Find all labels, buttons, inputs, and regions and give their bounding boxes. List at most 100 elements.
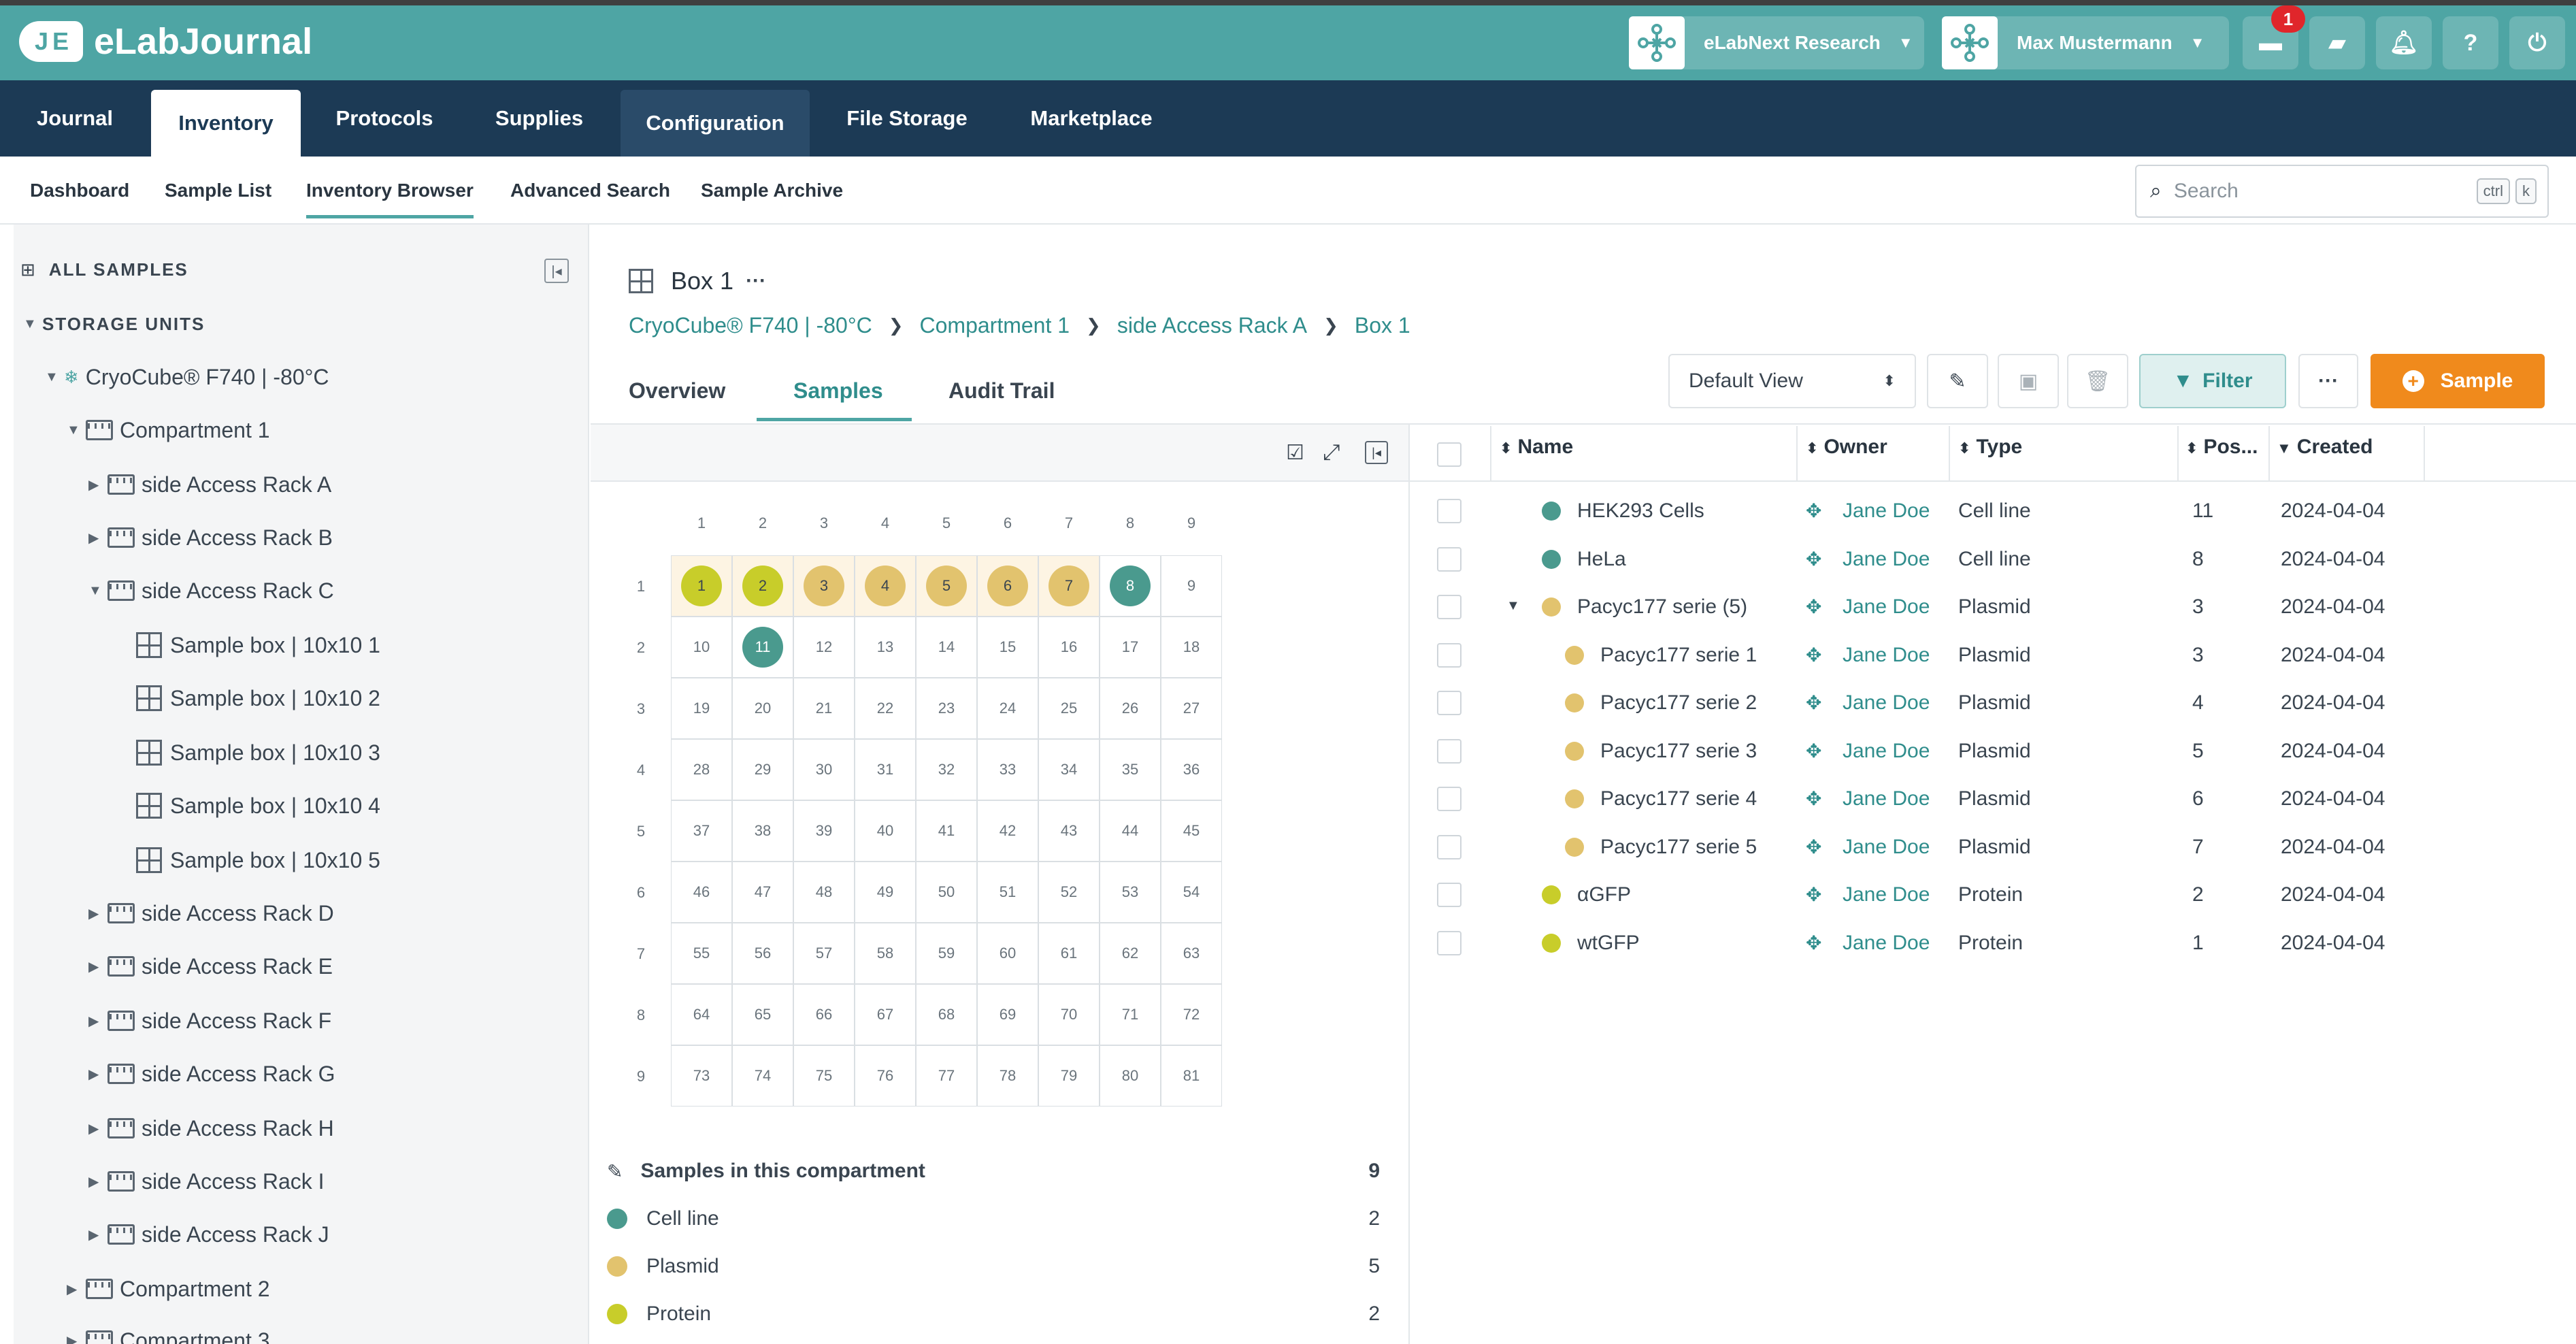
box-position[interactable]: 78 [977,1045,1038,1107]
subnav-advanced-search[interactable]: Advanced Search [510,180,670,201]
box-position[interactable]: 62 [1100,923,1161,984]
box-position[interactable]: 47 [732,862,793,923]
sample-owner[interactable]: Jane Doe [1843,499,1930,523]
nav-marketplace[interactable]: Marketplace [1011,80,1172,157]
box-position[interactable]: 56 [732,923,793,984]
sample-marker[interactable]: 7 [1048,566,1089,606]
box-position[interactable]: 15 [977,617,1038,678]
box-position[interactable]: 46 [671,862,732,923]
sample-name[interactable]: Pacyc177 serie 5 [1600,836,1757,859]
sample-owner[interactable]: Jane Doe [1843,836,1930,859]
box-position[interactable]: 2 [732,555,793,617]
search-input[interactable]: Search [2174,180,2471,203]
box-position[interactable]: 45 [1161,800,1222,862]
box-position[interactable]: 11 [732,617,793,678]
sample-marker[interactable]: 1 [681,566,722,606]
sample-marker[interactable]: 2 [742,566,783,606]
box-position[interactable]: 66 [793,984,855,1045]
column-owner[interactable]: ⬍ Owner [1806,436,1887,459]
box-position[interactable]: 40 [855,800,916,862]
box-position[interactable]: 36 [1161,739,1222,800]
row-checkbox[interactable] [1437,787,1462,811]
sample-marker[interactable]: 6 [987,566,1028,606]
box-position[interactable]: 39 [793,800,855,862]
box-position[interactable]: 1 [671,555,732,617]
box-position[interactable]: 17 [1100,617,1161,678]
box-position[interactable]: 79 [1038,1045,1100,1107]
tab-samples[interactable]: Samples [793,378,883,404]
table-row[interactable]: wtGFP ✥ Jane Doe Protein 1 2024-04-04 [1410,919,2566,967]
box-position[interactable]: 55 [671,923,732,984]
box-position[interactable]: 54 [1161,862,1222,923]
tree-compartment-2[interactable]: ▶ Compartment 2 [67,1268,270,1309]
box-position[interactable]: 23 [916,678,977,739]
tree-rack-c[interactable]: ▼ side Access Rack C [88,570,334,611]
box-position[interactable]: 34 [1038,739,1100,800]
notifications-button[interactable]: 🔔︎ [2376,16,2432,69]
save-button[interactable]: ▣ [1998,354,2059,408]
box-position[interactable]: 18 [1161,617,1222,678]
sample-owner[interactable]: Jane Doe [1843,548,1930,571]
row-checkbox[interactable] [1437,883,1462,907]
box-position[interactable]: 38 [732,800,793,862]
box-position[interactable]: 65 [732,984,793,1045]
edit-button[interactable]: ✎ [1927,354,1988,408]
sample-name[interactable]: HeLa [1577,548,1626,571]
row-checkbox[interactable] [1437,930,1462,955]
box-position[interactable]: 72 [1161,984,1222,1045]
row-checkbox[interactable] [1437,499,1462,523]
tree-box-5[interactable]: Sample box | 10x10 5 [136,840,380,881]
table-row[interactable]: HeLa ✥ Jane Doe Cell line 8 2024-04-04 [1410,536,2566,583]
tree-box-4[interactable]: Sample box | 10x10 4 [136,785,380,826]
sample-name[interactable]: Pacyc177 serie 1 [1600,644,1757,667]
user-menu[interactable]: Max Mustermann ▼ [1942,16,2229,69]
all-samples-link[interactable]: ⊞ ALL SAMPLES [20,249,188,290]
box-position[interactable]: 74 [732,1045,793,1107]
box-position[interactable]: 67 [855,984,916,1045]
expand-icon[interactable]: ⤢ [1323,440,1340,465]
box-position[interactable]: 21 [793,678,855,739]
tree-rack-e[interactable]: ▶ side Access Rack E [88,946,333,987]
box-position[interactable]: 53 [1100,862,1161,923]
delete-button[interactable]: 🗑︎ [2067,354,2128,408]
filter-button[interactable]: ▼ Filter [2139,354,2286,408]
box-position[interactable]: 61 [1038,923,1100,984]
tree-box-3[interactable]: Sample box | 10x10 3 [136,732,380,773]
column-created[interactable]: ▼ Created [2277,436,2373,459]
row-checkbox[interactable] [1437,595,1462,619]
table-row[interactable]: αGFP ✥ Jane Doe Protein 2 2024-04-04 [1410,871,2566,919]
nav-file-storage[interactable]: File Storage [822,80,992,157]
search-box[interactable]: ⌕ Search ctrl k [2135,165,2549,218]
box-position[interactable]: 58 [855,923,916,984]
sample-owner[interactable]: Jane Doe [1843,787,1930,810]
more-options-icon[interactable]: ··· [746,269,766,293]
breadcrumb-rack[interactable]: side Access Rack A [1117,313,1307,338]
sample-name[interactable]: Pacyc177 serie 4 [1600,787,1757,810]
box-position[interactable]: 49 [855,862,916,923]
nav-configuration[interactable]: Configuration [621,90,810,157]
caret-down-icon[interactable]: ▼ [1506,598,1520,614]
tree-rack-j[interactable]: ▶ side Access Rack J [88,1214,329,1255]
tree-rack-i[interactable]: ▶ side Access Rack I [88,1161,325,1202]
sample-owner[interactable]: Jane Doe [1843,932,1930,955]
box-position[interactable]: 26 [1100,678,1161,739]
box-position[interactable]: 13 [855,617,916,678]
box-position[interactable]: 52 [1038,862,1100,923]
box-position[interactable]: 77 [916,1045,977,1107]
tree-box-1[interactable]: Sample box | 10x10 1 [136,625,380,666]
box-position[interactable]: 37 [671,800,732,862]
column-type[interactable]: ⬍ Type [1958,436,2022,459]
box-position[interactable]: 32 [916,739,977,800]
tree-rack-g[interactable]: ▶ side Access Rack G [88,1053,335,1094]
nav-protocols[interactable]: Protocols [313,80,456,157]
box-position[interactable]: 3 [793,555,855,617]
sample-name[interactable]: wtGFP [1577,932,1640,955]
box-position[interactable]: 50 [916,862,977,923]
box-position[interactable]: 48 [793,862,855,923]
app-logo[interactable]: J E eLabJournal [19,20,312,63]
box-position[interactable]: 29 [732,739,793,800]
box-position[interactable]: 41 [916,800,977,862]
tree-rack-d[interactable]: ▶ side Access Rack D [88,893,334,934]
tab-overview[interactable]: Overview [629,378,725,404]
box-position[interactable]: 22 [855,678,916,739]
